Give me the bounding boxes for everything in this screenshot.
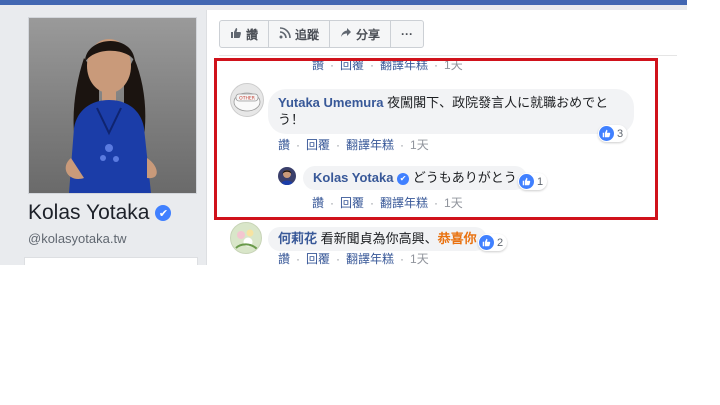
comment-text: 看新聞貞為你高興、 bbox=[320, 231, 438, 246]
share-label: 分享 bbox=[356, 27, 381, 42]
page-action-bar: 讚 追蹤 分享 ··· bbox=[219, 20, 425, 48]
profile-photo[interactable] bbox=[28, 17, 197, 194]
profile-name-text[interactable]: Kolas Yotaka bbox=[28, 201, 149, 225]
comment-timestamp[interactable]: 1天 bbox=[410, 250, 429, 265]
follow-label: 追蹤 bbox=[295, 27, 320, 42]
rss-icon bbox=[279, 26, 291, 42]
follow-button[interactable]: 追蹤 bbox=[269, 21, 331, 47]
profile-name[interactable]: Kolas Yotaka ✔ bbox=[28, 201, 172, 225]
like-page-label: 讚 bbox=[246, 27, 259, 42]
comment-bubble: 何莉花 看新聞貞為你高興、恭喜你 bbox=[268, 227, 487, 251]
share-arrow-icon bbox=[340, 27, 352, 42]
like-page-button[interactable]: 讚 bbox=[220, 21, 270, 47]
comment-like-link[interactable]: 讚 bbox=[278, 250, 290, 265]
profile-handle[interactable]: @kolasyotaka.tw bbox=[28, 231, 126, 246]
comment-translate-link[interactable]: 翻譯年糕 bbox=[346, 250, 394, 265]
comment-meta-row: 讚 · 回覆 · 翻譯年糕 · 1天 bbox=[278, 250, 429, 266]
comment-highlight-text: 恭喜你 bbox=[437, 231, 477, 246]
avatar[interactable] bbox=[230, 222, 262, 254]
highlight-annotation-box bbox=[214, 58, 658, 220]
reaction-number: 2 bbox=[497, 236, 504, 249]
thumbs-up-icon bbox=[479, 235, 494, 250]
left-info-card bbox=[24, 257, 198, 265]
like-icon bbox=[230, 27, 242, 42]
comment-reply-link[interactable]: 回覆 bbox=[306, 250, 330, 265]
comment-author[interactable]: 何莉花 bbox=[278, 231, 317, 246]
share-button[interactable]: 分享 bbox=[330, 21, 392, 47]
more-options-button[interactable]: ··· bbox=[391, 21, 423, 47]
more-options-label: ··· bbox=[401, 27, 414, 41]
page-area: Kolas Yotaka ✔ @kolasyotaka.tw 讚 追蹤 分享 ·… bbox=[0, 5, 687, 265]
reaction-count[interactable]: 2 bbox=[478, 234, 508, 251]
verified-check-icon: ✔ bbox=[155, 205, 172, 221]
